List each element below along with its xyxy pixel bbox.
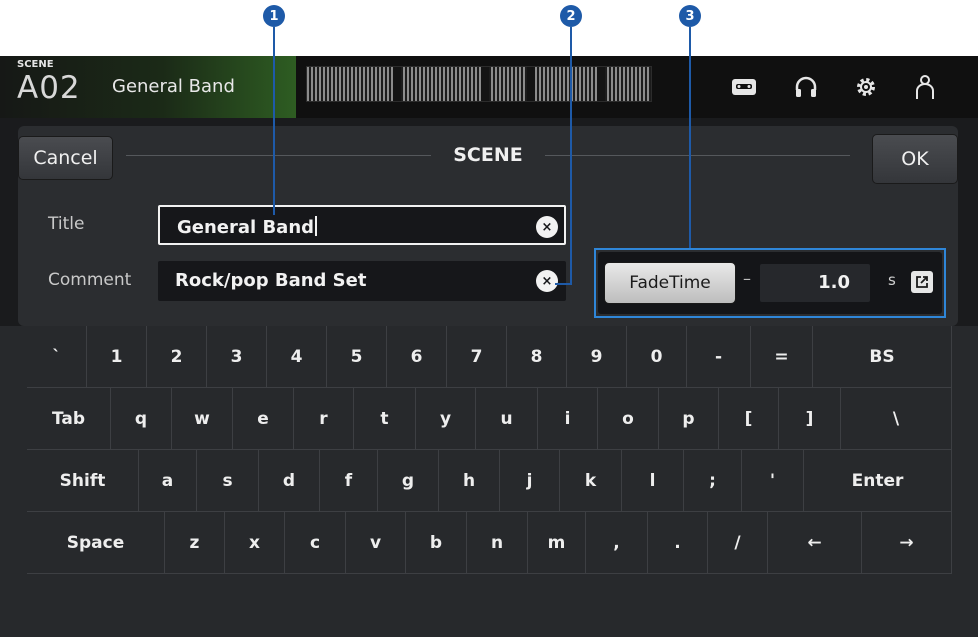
fade-time-button[interactable]: FadeTime [604, 262, 736, 304]
key-u[interactable]: u [476, 388, 538, 450]
scene-tag: SCENE [17, 59, 54, 70]
title-clear-button[interactable]: × [536, 216, 558, 238]
title-input-value: General Band [177, 216, 318, 238]
key-o[interactable]: o [598, 388, 659, 450]
key-shift[interactable]: Shift [27, 450, 139, 512]
key-d[interactable]: d [259, 450, 320, 512]
key-h[interactable]: h [439, 450, 500, 512]
key-m[interactable]: m [528, 512, 586, 574]
key-backspace[interactable]: BS [813, 326, 952, 388]
key-space[interactable]: Space [27, 512, 165, 574]
key-0[interactable]: 0 [627, 326, 687, 388]
key-v[interactable]: v [346, 512, 406, 574]
key-c[interactable]: c [285, 512, 346, 574]
key-b[interactable]: b [406, 512, 467, 574]
key-backtick[interactable]: ` [27, 326, 87, 388]
key-comma[interactable]: , [586, 512, 648, 574]
cancel-button[interactable]: Cancel [18, 136, 113, 180]
callout-2: 2 [560, 5, 582, 27]
key-backslash[interactable]: \ [841, 388, 952, 450]
key-s[interactable]: s [197, 450, 259, 512]
key-apostrophe[interactable]: ' [742, 450, 804, 512]
callout-3-line [689, 27, 691, 248]
fade-time-panel: FadeTime – 1.0 s [598, 252, 942, 314]
comment-input[interactable]: Rock/pop Band Set × [158, 261, 566, 301]
fade-separator: – [743, 269, 751, 288]
external-link-icon[interactable] [911, 271, 933, 293]
device-screen: SCENE A02 General Band SCENE Cancel OK T… [0, 56, 978, 637]
callout-2-hline [555, 283, 571, 285]
key-1[interactable]: 1 [87, 326, 147, 388]
key-semicolon[interactable]: ; [684, 450, 742, 512]
key-q[interactable]: q [111, 388, 172, 450]
key-x[interactable]: x [225, 512, 285, 574]
callout-2-line [570, 27, 572, 285]
level-meters[interactable] [306, 66, 652, 102]
key-right-arrow[interactable]: → [862, 512, 952, 574]
settings-gear-icon[interactable] [851, 72, 881, 102]
key-enter[interactable]: Enter [804, 450, 952, 512]
top-bar: SCENE A02 General Band [0, 56, 978, 118]
key-period[interactable]: . [648, 512, 708, 574]
key-n[interactable]: n [467, 512, 528, 574]
fade-time-highlight: FadeTime – 1.0 s [594, 248, 946, 318]
callout-1-line [273, 27, 275, 215]
key-9[interactable]: 9 [567, 326, 627, 388]
user-icon[interactable] [910, 72, 940, 102]
comment-input-value: Rock/pop Band Set [175, 270, 367, 291]
callout-1: 1 [263, 5, 285, 27]
key-t[interactable]: t [354, 388, 416, 450]
key-tab[interactable]: Tab [27, 388, 111, 450]
key-left-arrow[interactable]: ← [768, 512, 862, 574]
comment-clear-button[interactable]: × [536, 270, 558, 292]
title-input[interactable]: General Band × [158, 205, 566, 245]
key-j[interactable]: j [500, 450, 560, 512]
key-minus[interactable]: - [687, 326, 751, 388]
key-close-bracket[interactable]: ] [779, 388, 841, 450]
key-l[interactable]: l [622, 450, 684, 512]
fade-time-value: 1.0 [818, 272, 850, 293]
key-open-bracket[interactable]: [ [719, 388, 779, 450]
key-8[interactable]: 8 [507, 326, 567, 388]
scene-number: A02 [17, 70, 81, 106]
key-a[interactable]: a [139, 450, 197, 512]
on-screen-keyboard: ` 1 2 3 4 5 6 7 8 9 0 - = BS Tab q w e r… [0, 326, 978, 637]
scene-name: General Band [112, 76, 235, 97]
callout-3: 3 [679, 5, 701, 27]
key-w[interactable]: w [172, 388, 233, 450]
key-k[interactable]: k [560, 450, 622, 512]
text-caret [315, 216, 318, 236]
key-7[interactable]: 7 [447, 326, 507, 388]
key-5[interactable]: 5 [327, 326, 387, 388]
dialog-title: SCENE [453, 144, 523, 166]
key-y[interactable]: y [416, 388, 476, 450]
key-i[interactable]: i [538, 388, 598, 450]
key-p[interactable]: p [659, 388, 719, 450]
current-scene-display[interactable]: SCENE A02 General Band [0, 56, 296, 118]
key-4[interactable]: 4 [267, 326, 327, 388]
key-6[interactable]: 6 [387, 326, 447, 388]
ok-button[interactable]: OK [872, 134, 958, 184]
title-label: Title [48, 214, 85, 234]
key-g[interactable]: g [378, 450, 439, 512]
recorder-icon[interactable] [729, 72, 759, 102]
key-z[interactable]: z [165, 512, 225, 574]
comment-label: Comment [48, 270, 132, 290]
key-slash[interactable]: / [708, 512, 768, 574]
key-e[interactable]: e [233, 388, 294, 450]
key-f[interactable]: f [320, 450, 378, 512]
key-r[interactable]: r [294, 388, 354, 450]
headphones-icon[interactable] [791, 72, 821, 102]
key-equals[interactable]: = [751, 326, 813, 388]
fade-unit: s [888, 271, 896, 289]
key-3[interactable]: 3 [207, 326, 267, 388]
key-2[interactable]: 2 [147, 326, 207, 388]
fade-time-value-field[interactable]: 1.0 [760, 264, 870, 302]
